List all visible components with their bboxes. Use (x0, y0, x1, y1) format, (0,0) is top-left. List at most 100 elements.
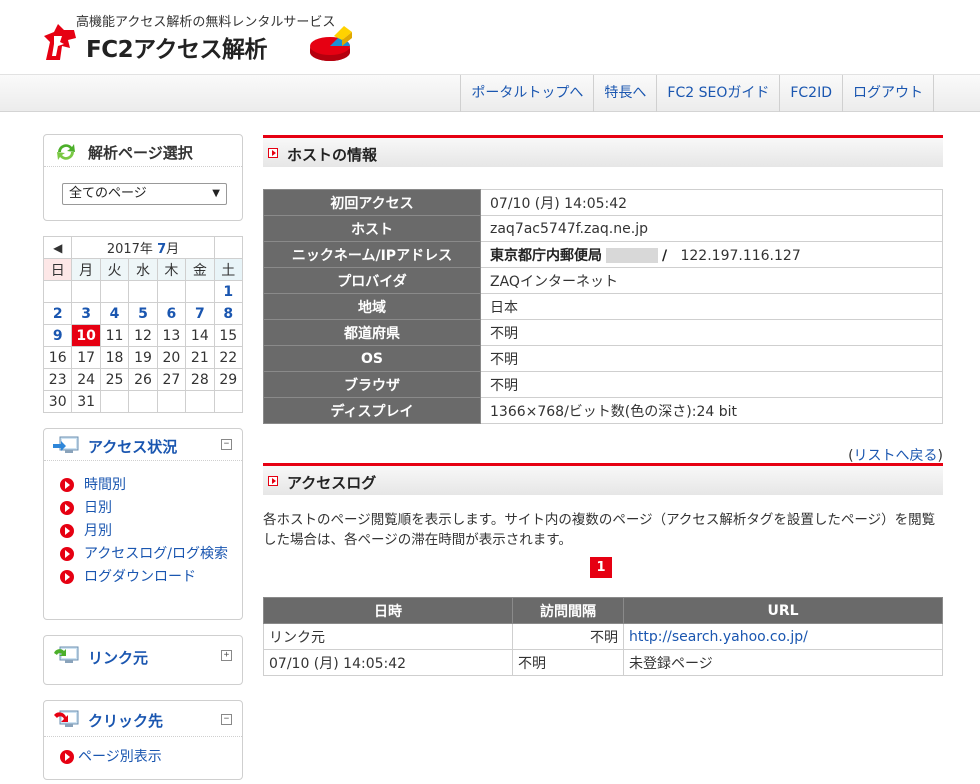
weekday-wed: 水 (128, 258, 158, 281)
click-target-title: クリック先 (88, 712, 164, 730)
page-select-panel: 解析ページ選択 全てのページ ▼ (43, 134, 243, 221)
menu-daily[interactable]: 日別 (58, 498, 238, 518)
display-value: 1366×768/ビット数(色の深さ):24 bit (480, 397, 943, 424)
link-source-header: リンク元 + (44, 636, 242, 678)
nav-fc2id[interactable]: FC2ID (780, 75, 843, 112)
nav-menu: ポータルトップへ 特長へ FC2 SEOガイド FC2ID ログアウト (460, 75, 934, 112)
table-row: リンク元 不明 http://search.yahoo.co.jp/ (263, 623, 943, 650)
calendar-day[interactable]: 10 (71, 324, 101, 347)
menu-page-view[interactable]: ページ別表示 (58, 747, 238, 767)
menu-access-log[interactable]: アクセスログ/ログ検索 (58, 544, 238, 564)
nav-logout[interactable]: ログアウト (843, 75, 934, 112)
monitor-arrow-icon (53, 436, 79, 453)
log-date: 07/10 (月) 14:05:42 (263, 649, 513, 676)
first-access-value: 07/10 (月) 14:05:42 (480, 189, 943, 216)
arrow-bullet-icon (60, 524, 74, 538)
calendar-day: 18 (99, 346, 130, 369)
menu-log-download[interactable]: ログダウンロード (58, 567, 238, 587)
log-date: リンク元 (263, 623, 513, 650)
calendar-day[interactable]: 6 (156, 302, 187, 325)
link-source-title: リンク元 (88, 649, 149, 667)
arrow-bullet-icon (60, 570, 74, 584)
calendar-day[interactable]: 7 (185, 302, 215, 325)
calendar-month: 7 (157, 242, 167, 257)
calendar-next-month (213, 236, 244, 259)
calendar-day[interactable]: 3 (71, 302, 101, 325)
page-select-header: 解析ページ選択 (44, 135, 242, 167)
calendar-week: 1 (42, 280, 244, 303)
calendar-day[interactable]: 5 (128, 302, 158, 325)
monitor-click-icon (54, 710, 79, 727)
table-row: ホスト zaq7ac5747f.zaq.ne.jp (263, 215, 943, 242)
calendar-day[interactable]: 2 (42, 302, 73, 325)
click-target-header: クリック先 − (44, 701, 242, 737)
row-label: OS (263, 345, 481, 372)
calendar-day: 20 (156, 346, 187, 369)
dropdown-arrow-icon: ▼ (212, 188, 220, 199)
nav-features[interactable]: 特長へ (594, 75, 658, 112)
nav-portal-top[interactable]: ポータルトップへ (461, 75, 595, 112)
calendar-day: 24 (71, 368, 101, 391)
page-select-dropdown[interactable]: 全てのページ ▼ (62, 183, 227, 205)
arrow-bullet-icon (60, 478, 74, 492)
nav-seo-guide[interactable]: FC2 SEOガイド (657, 75, 781, 112)
calendar: ◀ 2017年 7月 日 月 火 水 木 金 土 1 2 3 4 5 6 7 8 9 10 11 12… (42, 236, 244, 413)
log-interval: 不明 (512, 649, 624, 676)
calendar-empty-cell (213, 390, 244, 413)
collapse-icon[interactable]: − (221, 714, 232, 725)
calendar-week: 2345678 (42, 302, 244, 325)
calendar-prev-month-icon[interactable]: ◀ (42, 236, 73, 259)
access-menu: 時間別 日別 月別 アクセスログ/ログ検索 ログダウンロード (58, 475, 238, 590)
calendar-day: 13 (156, 324, 187, 347)
row-label: プロバイダ (263, 267, 481, 294)
calendar-empty-cell (128, 390, 158, 413)
referrer-url-link[interactable]: http://search.yahoo.co.jp/ (629, 629, 808, 645)
link-source-panel: リンク元 + (43, 635, 243, 685)
table-row: 07/10 (月) 14:05:42 不明 未登録ページ (263, 649, 943, 676)
nickname-separator: / (662, 247, 668, 264)
expand-icon[interactable]: + (221, 650, 232, 661)
pagination-page-1[interactable]: 1 (590, 557, 612, 578)
calendar-day[interactable]: 9 (42, 324, 73, 347)
calendar-empty-cell (156, 280, 187, 303)
calendar-day[interactable]: 4 (99, 302, 130, 325)
column-header-date: 日時 (263, 597, 513, 624)
section-arrow-icon (268, 148, 278, 158)
calendar-day: 27 (156, 368, 187, 391)
back-to-list-link[interactable]: リストへ戻る (854, 448, 938, 464)
arrow-bullet-icon (60, 547, 74, 561)
site-logo-text[interactable]: FC2アクセス解析 (86, 30, 267, 64)
calendar-day: 12 (128, 324, 158, 347)
menu-hourly[interactable]: 時間別 (58, 475, 238, 495)
calendar-day[interactable]: 8 (213, 302, 244, 325)
redacted-mask (606, 248, 658, 263)
calendar-day: 29 (213, 368, 244, 391)
click-menu: ページ別表示 (58, 747, 238, 770)
nickname-ip-value: 東京都庁内郵便局 / 122.197.116.127 (480, 241, 943, 268)
menu-label: アクセスログ/ログ検索 (84, 546, 229, 562)
fc2-horse-logo-icon[interactable] (40, 22, 80, 64)
top-nav: ポータルトップへ 特長へ FC2 SEOガイド FC2ID ログアウト (0, 74, 980, 112)
calendar-day: 30 (42, 390, 73, 413)
page-select-value: 全てのページ (69, 186, 147, 201)
calendar-day[interactable]: 1 (213, 280, 244, 303)
table-row: ブラウザ 不明 (263, 371, 943, 398)
log-url: http://search.yahoo.co.jp/ (623, 623, 943, 650)
host-value: zaq7ac5747f.zaq.ne.jp (480, 215, 943, 242)
row-label: 初回アクセス (263, 189, 481, 216)
table-row: OS 不明 (263, 345, 943, 372)
calendar-week: 9 10 11 12 13 14 15 (42, 324, 244, 347)
column-header-interval: 訪問間隔 (512, 597, 624, 624)
menu-monthly[interactable]: 月別 (58, 521, 238, 541)
access-log-description: 各ホストのページ閲覧順を表示します。サイト内の複数のページ（アクセス解析タグを設… (263, 512, 936, 548)
row-label: ホスト (263, 215, 481, 242)
weekday-sat: 土 (213, 258, 244, 281)
calendar-week: 16 17 18 19 20 21 22 (42, 346, 244, 369)
calendar-empty-cell (156, 390, 187, 413)
collapse-icon[interactable]: − (221, 439, 232, 450)
calendar-weekdays: 日 月 火 水 木 金 土 (42, 258, 244, 281)
menu-label: 日別 (84, 500, 112, 516)
calendar-day: 26 (128, 368, 158, 391)
calendar-day: 15 (213, 324, 244, 347)
table-row: 地域 日本 (263, 293, 943, 320)
